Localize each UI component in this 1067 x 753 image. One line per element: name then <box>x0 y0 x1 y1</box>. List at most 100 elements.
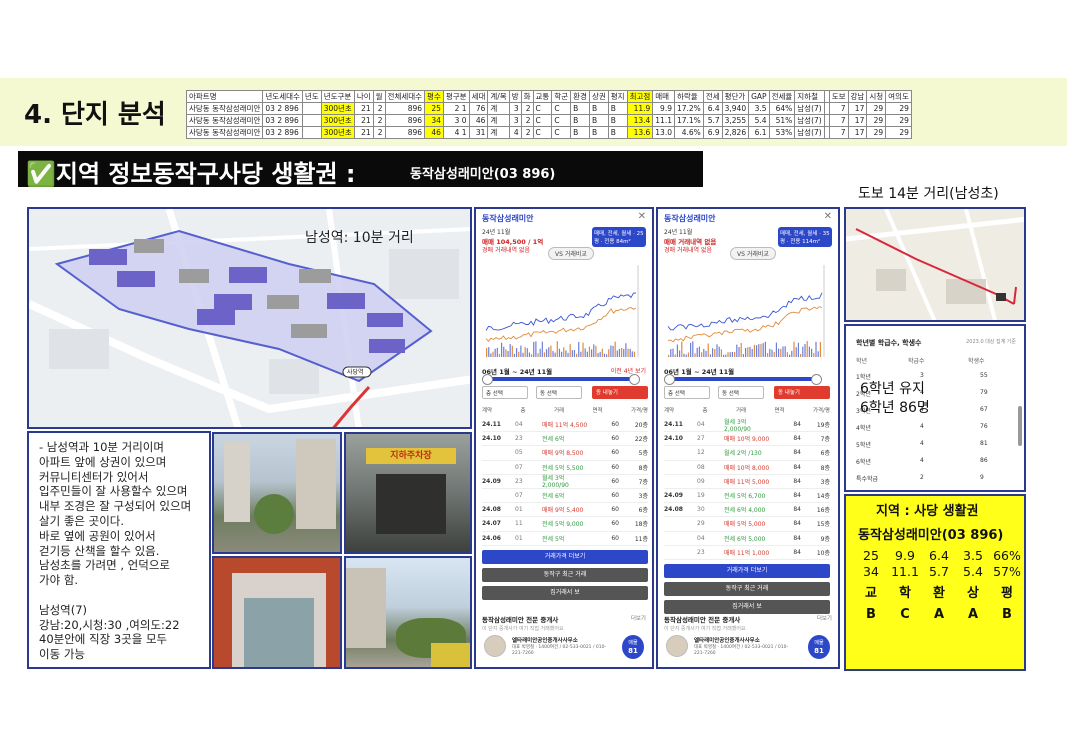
documents-button[interactable]: 집거래서 보 <box>664 600 830 614</box>
volume-bar <box>749 346 751 357</box>
trade-row[interactable]: 24.10 27 매매 10억 9,000 84 7층 <box>664 432 830 447</box>
trade-cell: 24.07 <box>482 520 501 528</box>
trade-row[interactable]: 05 매매 9억 8,500 60 5층 <box>482 446 648 461</box>
table-cell: 계 <box>487 102 510 115</box>
more-prices-button[interactable]: 거래가격 더보기 <box>664 564 830 578</box>
trade-row[interactable]: 24.06 01 전세 5억 60 11층 <box>482 532 648 546</box>
trade-row[interactable]: 24.09 19 전세 5억 6,700 84 14층 <box>664 489 830 504</box>
summary-value: 66% <box>993 548 1021 563</box>
table-row: 사당동 동작삼성래미안 03 2 896 300년초 21 2 896 25 2 1 76 계 3 2… <box>185 102 912 115</box>
building-select[interactable]: 동 선택 <box>536 386 582 399</box>
listing-count-badge[interactable]: 매물 81 <box>622 635 644 659</box>
trade-column-header: 거래 <box>553 408 565 414</box>
table-header-cell: 전체세대수 <box>384 90 426 103</box>
volume-bar <box>586 351 588 357</box>
date-range-slider[interactable] <box>664 374 822 385</box>
trade-cell: 전세 5억 5,500 <box>542 464 584 472</box>
close-icon[interactable]: ✕ <box>638 211 646 222</box>
prev-years-link[interactable]: 이전 4년 보기 <box>611 366 646 375</box>
table-cell: 31 <box>468 126 489 139</box>
volume-bar <box>627 348 629 357</box>
trade-cell: 매매 9억 8,500 <box>542 450 584 458</box>
table-cell: 3 0 <box>442 114 470 127</box>
trade-row[interactable]: 29 매매 5억 5,000 84 15층 <box>664 517 830 532</box>
summary-grade: C <box>900 607 910 622</box>
filter-pill[interactable]: 매매, 전세, 월세 · 35평 · 전용 114m² <box>778 227 832 247</box>
table-header-cell: 월 <box>372 90 386 103</box>
table-row: 사당동 동작삼성래미안 03 2 896 300년초 21 2 896 34 3 0 46 계 3 2… <box>185 114 912 127</box>
trade-row[interactable]: 24.07 11 전세 5억 9,000 60 18층 <box>482 517 648 532</box>
walk-distance-label: 도보 14분 거리(남성초) <box>858 186 999 202</box>
trade-row[interactable]: 24.11 04 매매 11억 4,500 60 20층 <box>482 418 648 433</box>
volume-bar <box>608 349 610 357</box>
trade-row[interactable]: 24.08 30 전세 6억 4,000 84 16층 <box>664 503 830 518</box>
trade-cell: 60 <box>611 463 619 471</box>
table-header-cell: 년도구분 <box>320 90 355 103</box>
trade-row[interactable]: 24.10 23 전세 6억 60 22층 <box>482 432 648 447</box>
agent-name[interactable]: 엘타래미안공인중개사사무소 <box>512 636 578 644</box>
scrollbar[interactable] <box>1018 406 1022 446</box>
compare-button[interactable]: VS 거래비교 <box>548 247 594 260</box>
volume-bar <box>535 341 537 357</box>
trade-cell: 12 <box>697 449 705 457</box>
trade-row[interactable]: 24.09 23 월세 3억 2,000/90 60 7층 <box>482 475 648 489</box>
table-cell: 4 <box>508 126 522 139</box>
recent-trades-button[interactable]: 동작구 최근 거래 <box>664 582 830 596</box>
trade-cell: 19 <box>697 492 705 500</box>
more-prices-button[interactable]: 거래가격 더보기 <box>482 549 648 564</box>
table-cell: 29 <box>885 126 912 139</box>
trade-row[interactable]: 24.08 01 매매 9억 5,400 60 6층 <box>482 503 648 518</box>
trade-cell: 월세 3억 2,000/90 <box>724 418 751 433</box>
summary-value: 5.7 <box>929 564 949 579</box>
floor-select[interactable]: 층 선택 <box>482 386 528 399</box>
volume-bar <box>789 354 791 357</box>
trade-row[interactable]: 08 매매 10억 8,000 84 8층 <box>664 461 830 475</box>
trade-cell: 84 <box>793 492 801 500</box>
list-unit-button[interactable]: 동 내놓기 <box>592 386 648 399</box>
recent-trades-button[interactable]: 동작구 최근 거래 <box>482 567 648 582</box>
volume-bar <box>563 347 565 357</box>
table-cell: 사당동 동작삼성래미안 <box>185 126 264 139</box>
agent-more-link[interactable]: 더보기 <box>817 614 832 622</box>
trade-row[interactable]: 12 월세 2억 /130 84 6층 <box>664 446 830 461</box>
table-cell: 남성(7) <box>794 126 825 139</box>
table-header-cell: 평지 <box>607 90 628 103</box>
close-icon[interactable]: ✕ <box>824 211 832 222</box>
table-header-cell: GAP <box>748 90 770 103</box>
trade-cell: 05 <box>515 449 523 457</box>
trade-row[interactable]: 07 전세 6억 60 3층 <box>482 489 648 504</box>
trade-cell: 매매 10억 9,000 <box>724 436 770 444</box>
listing-count-badge[interactable]: 매물 81 <box>808 635 830 659</box>
trade-row[interactable]: 09 매매 11억 5,000 84 3층 <box>664 475 830 489</box>
table-cell: 6.9 <box>702 126 723 139</box>
date-range-slider[interactable] <box>482 374 640 385</box>
trade-row[interactable]: 24.11 04 월세 3억 2,000/90 84 19층 <box>664 418 830 433</box>
trade-cell: 30 <box>697 506 705 514</box>
floor-select[interactable]: 층 선택 <box>664 386 710 399</box>
school-stats-date: 2023.0 대상 집계 기준 <box>966 339 1016 345</box>
trade-column-header: 계약 <box>664 408 675 414</box>
agent-name[interactable]: 엘타래미안공인중개사사무소 <box>694 636 760 644</box>
school-stats-title: 학년별 학급수, 학생수 <box>856 339 922 347</box>
trade-list: 24.11 04 월세 3억 2,000/90 84 19층 24.10 27 매매 10억 … <box>664 418 830 560</box>
volume-bar <box>606 354 608 357</box>
table-cell: 34 <box>424 114 444 127</box>
volume-bar <box>558 348 561 357</box>
building-select[interactable]: 동 선택 <box>718 386 764 399</box>
agent-more-link[interactable]: 더보기 <box>631 614 646 622</box>
volume-bar <box>618 348 621 357</box>
volume-bar <box>505 349 507 357</box>
table-cell: 3,255 <box>721 114 750 127</box>
compare-button[interactable]: VS 거래비교 <box>730 247 776 260</box>
trade-row[interactable]: 23 매매 11억 1,000 84 10층 <box>664 546 830 560</box>
documents-button[interactable]: 집거래서 보 <box>482 585 648 600</box>
description-line: 강남:20,시청:30 ,여의도:22 <box>39 617 180 632</box>
volume-bar <box>802 346 804 357</box>
filter-pill[interactable]: 매매, 전세, 월세 · 25평 · 전용 84m² <box>592 227 646 247</box>
trade-table-header: 계약 층 거래 면적 가격/평 <box>664 406 830 414</box>
trade-column-header: 면적 <box>774 408 785 414</box>
trade-row[interactable]: 04 전세 6억 5,000 84 9층 <box>664 532 830 546</box>
list-unit-button[interactable]: 동 내놓기 <box>774 386 830 399</box>
volume-bar <box>690 342 692 357</box>
table-cell: B <box>588 126 609 139</box>
